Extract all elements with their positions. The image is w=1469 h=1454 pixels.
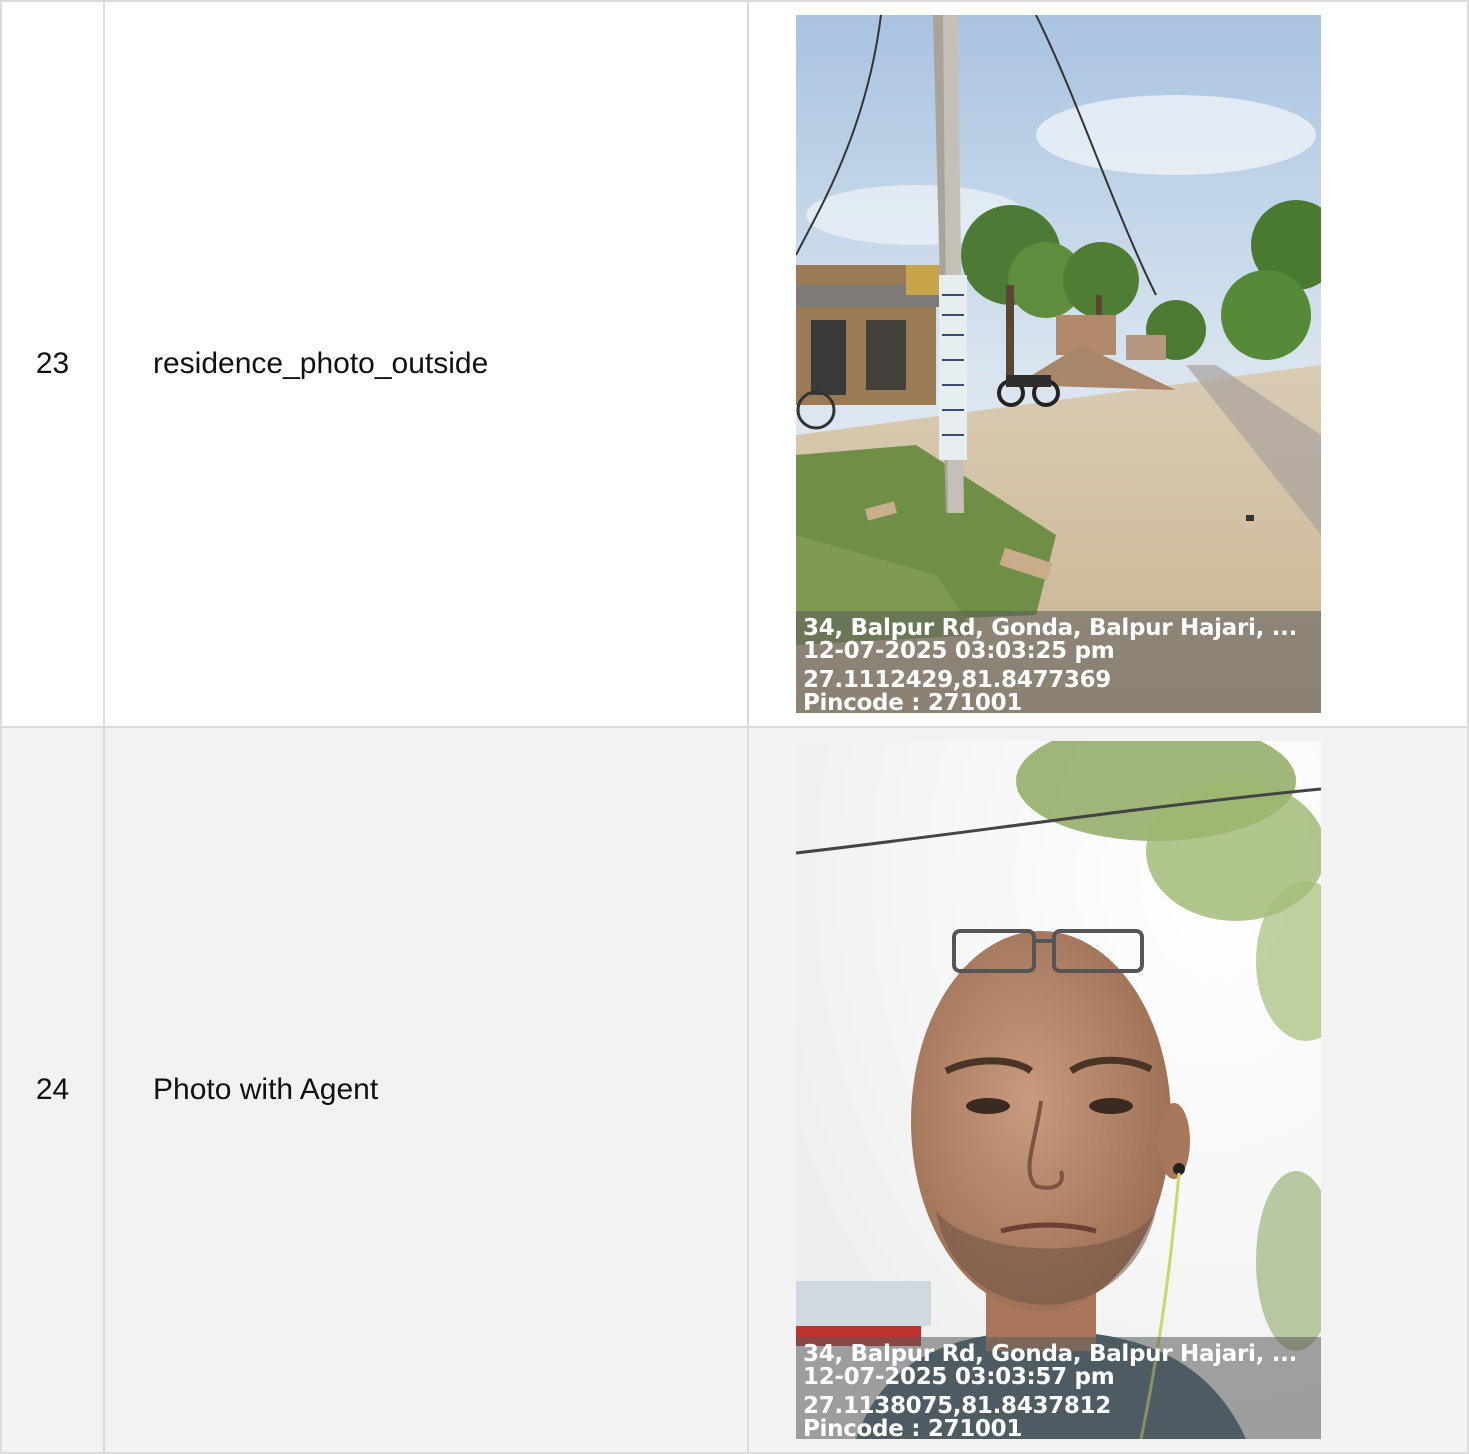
row-label: residence_photo_outside	[103, 0, 749, 728]
table-row: 23 residence_photo_outside 34, Balpur Rd…	[0, 0, 1469, 728]
stamp-address: 34, Balpur Rd, Gonda, Balpur Hajari, ...	[803, 615, 1298, 641]
agent-photo[interactable]: 34, Balpur Rd, Gonda, Balpur Hajari, ...…	[796, 741, 1321, 1439]
geo-stamp: 34, Balpur Rd, Gonda, Balpur Hajari, ...…	[796, 1337, 1321, 1439]
stamp-address: 34, Balpur Rd, Gonda, Balpur Hajari, ...	[803, 1341, 1298, 1367]
residence-photo[interactable]: 34, Balpur Rd, Gonda, Balpur Hajari, ...…	[796, 15, 1321, 713]
agent-selfie-image	[796, 741, 1321, 1439]
geo-stamp: 34, Balpur Rd, Gonda, Balpur Hajari, ...…	[796, 611, 1321, 713]
stamp-coordinates: 27.1112429,81.8477369	[803, 667, 1111, 693]
stamp-pincode: Pincode : 271001	[803, 690, 1023, 714]
stamp-datetime: 12-07-2025 03:03:25 pm	[803, 638, 1115, 664]
stamp-pincode: Pincode : 271001	[803, 1416, 1023, 1440]
stamp-coordinates: 27.1138075,81.8437812	[803, 1393, 1111, 1419]
photo-table: 23 residence_photo_outside 34, Balpur Rd…	[0, 0, 1469, 1454]
table-row: 24 Photo with Agent 34, Balpur Rd, Gonda…	[0, 726, 1469, 1454]
row-number: 24	[0, 726, 105, 1454]
row-number: 23	[0, 0, 105, 728]
photo-cell: 34, Balpur Rd, Gonda, Balpur Hajari, ...…	[747, 726, 1469, 1454]
photo-cell: 34, Balpur Rd, Gonda, Balpur Hajari, ...…	[747, 0, 1469, 728]
stamp-datetime: 12-07-2025 03:03:57 pm	[803, 1364, 1115, 1390]
street-scene-image	[796, 15, 1321, 713]
row-label: Photo with Agent	[103, 726, 749, 1454]
